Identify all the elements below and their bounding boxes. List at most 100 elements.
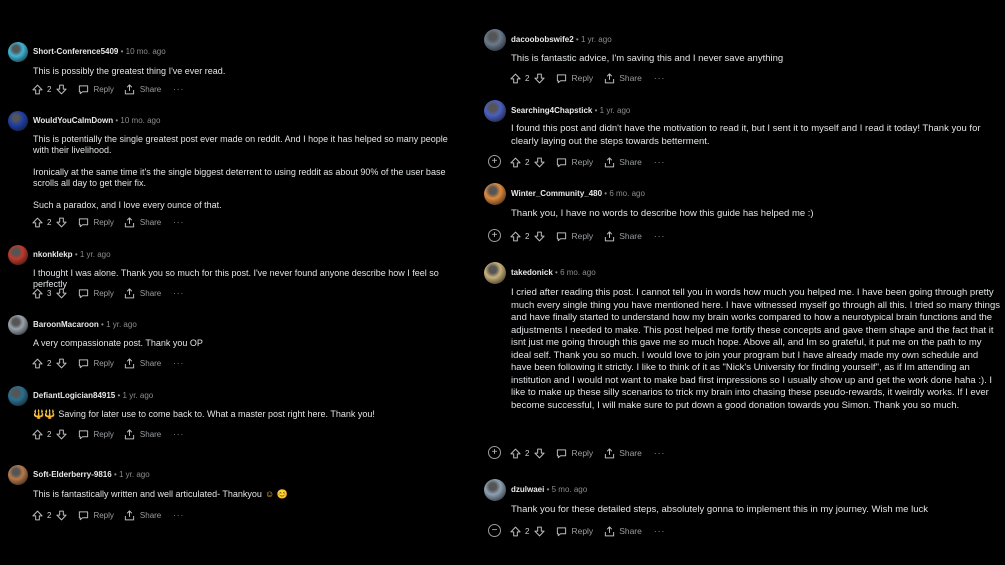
share-button[interactable]: Share: [124, 287, 161, 299]
avatar[interactable]: [8, 111, 28, 131]
vote-count: 2: [47, 358, 52, 368]
reply-button[interactable]: Reply: [77, 357, 114, 369]
timestamp[interactable]: 1 yr. ago: [581, 35, 612, 44]
upvote-icon[interactable]: [509, 230, 521, 242]
upvote-icon[interactable]: [509, 525, 521, 537]
reply-button[interactable]: Reply: [555, 72, 593, 84]
share-icon: [124, 509, 136, 521]
avatar[interactable]: [8, 465, 28, 485]
share-button[interactable]: Share: [603, 156, 642, 168]
share-button[interactable]: Share: [124, 428, 161, 440]
more-options-button[interactable]: ···: [654, 448, 666, 458]
timestamp[interactable]: 5 mo. ago: [552, 485, 588, 494]
vote-count: 2: [525, 526, 530, 536]
thread-expand-button[interactable]: +: [488, 446, 501, 459]
upvote-icon[interactable]: [31, 509, 43, 521]
upvote-icon[interactable]: [31, 357, 43, 369]
share-button[interactable]: Share: [124, 83, 161, 95]
downvote-icon[interactable]: [55, 509, 67, 521]
more-options-button[interactable]: ···: [173, 430, 184, 439]
upvote-icon[interactable]: [31, 428, 43, 440]
timestamp[interactable]: 6 mo. ago: [560, 268, 596, 277]
vote-count: 2: [47, 84, 52, 94]
avatar[interactable]: [484, 29, 506, 51]
reply-button[interactable]: Reply: [555, 156, 593, 168]
avatar[interactable]: [8, 315, 28, 335]
username[interactable]: nkonklekp: [33, 250, 73, 259]
more-options-button[interactable]: ···: [654, 231, 666, 241]
reply-button[interactable]: Reply: [555, 447, 593, 459]
upvote-icon[interactable]: [509, 447, 521, 459]
avatar[interactable]: [8, 42, 28, 62]
avatar[interactable]: [8, 245, 28, 265]
more-options-button[interactable]: ···: [654, 157, 666, 167]
downvote-icon[interactable]: [55, 357, 67, 369]
downvote-icon[interactable]: [533, 230, 545, 242]
share-button[interactable]: Share: [603, 72, 642, 84]
timestamp[interactable]: 1 yr. ago: [600, 106, 631, 115]
downvote-icon[interactable]: [533, 525, 545, 537]
downvote-icon[interactable]: [55, 287, 67, 299]
more-options-button[interactable]: ···: [173, 359, 184, 368]
thread-expand-button[interactable]: −: [488, 524, 501, 537]
reply-label: Reply: [571, 73, 594, 83]
thread-expand-button[interactable]: +: [488, 229, 501, 242]
timestamp[interactable]: 1 yr. ago: [106, 320, 137, 329]
more-options-button[interactable]: ···: [654, 73, 666, 83]
share-label: Share: [139, 84, 162, 94]
downvote-icon[interactable]: [533, 72, 545, 84]
timestamp[interactable]: 1 yr. ago: [119, 470, 150, 479]
downvote-icon[interactable]: [55, 83, 67, 95]
thread-expand-button[interactable]: +: [488, 155, 501, 168]
reply-button[interactable]: Reply: [77, 428, 114, 440]
avatar[interactable]: [484, 183, 506, 205]
upvote-icon[interactable]: [509, 72, 521, 84]
downvote-icon[interactable]: [55, 428, 67, 440]
avatar[interactable]: [484, 100, 506, 122]
reply-button[interactable]: Reply: [77, 509, 114, 521]
timestamp[interactable]: 10 mo. ago: [120, 116, 160, 125]
comment-paragraph: I found this post and didn't have the mo…: [511, 123, 1001, 148]
share-button[interactable]: Share: [124, 357, 161, 369]
username[interactable]: DefiantLogician84915: [33, 391, 115, 400]
timestamp[interactable]: 10 mo. ago: [126, 47, 166, 56]
username[interactable]: Searching4Chapstick: [511, 106, 592, 115]
downvote-icon[interactable]: [533, 156, 545, 168]
more-options-button[interactable]: ···: [654, 526, 666, 536]
upvote-icon[interactable]: [509, 156, 521, 168]
upvote-icon[interactable]: [31, 216, 43, 228]
reply-button[interactable]: Reply: [77, 216, 114, 228]
username[interactable]: Soft-Elderberry-9816: [33, 470, 112, 479]
avatar[interactable]: [484, 262, 506, 284]
username[interactable]: dacoobobswife2: [511, 35, 574, 44]
username[interactable]: Winter_Community_480: [511, 189, 602, 198]
reply-button[interactable]: Reply: [555, 230, 593, 242]
timestamp[interactable]: 1 yr. ago: [123, 391, 154, 400]
username[interactable]: Short-Conference5409: [33, 47, 118, 56]
avatar[interactable]: [484, 479, 506, 501]
more-options-button[interactable]: ···: [173, 289, 184, 298]
reply-button[interactable]: Reply: [77, 287, 114, 299]
upvote-icon[interactable]: [31, 287, 43, 299]
more-options-button[interactable]: ···: [173, 511, 184, 520]
more-options-button[interactable]: ···: [173, 218, 184, 227]
reply-button[interactable]: Reply: [555, 525, 593, 537]
share-button[interactable]: Share: [603, 525, 642, 537]
share-button[interactable]: Share: [124, 509, 161, 521]
downvote-icon[interactable]: [55, 216, 67, 228]
username[interactable]: WouldYouCalmDown: [33, 116, 113, 125]
separator: •: [546, 485, 550, 494]
timestamp[interactable]: 6 mo. ago: [609, 189, 645, 198]
more-options-button[interactable]: ···: [173, 85, 184, 94]
downvote-icon[interactable]: [533, 447, 545, 459]
timestamp[interactable]: 1 yr. ago: [80, 250, 111, 259]
username[interactable]: takedonick: [511, 268, 553, 277]
avatar[interactable]: [8, 386, 28, 406]
username[interactable]: dzulwaei: [511, 485, 544, 494]
share-button[interactable]: Share: [603, 447, 642, 459]
share-button[interactable]: Share: [124, 216, 161, 228]
username[interactable]: BaroonMacaroon: [33, 320, 99, 329]
share-button[interactable]: Share: [603, 230, 642, 242]
reply-button[interactable]: Reply: [77, 83, 114, 95]
upvote-icon[interactable]: [31, 83, 43, 95]
